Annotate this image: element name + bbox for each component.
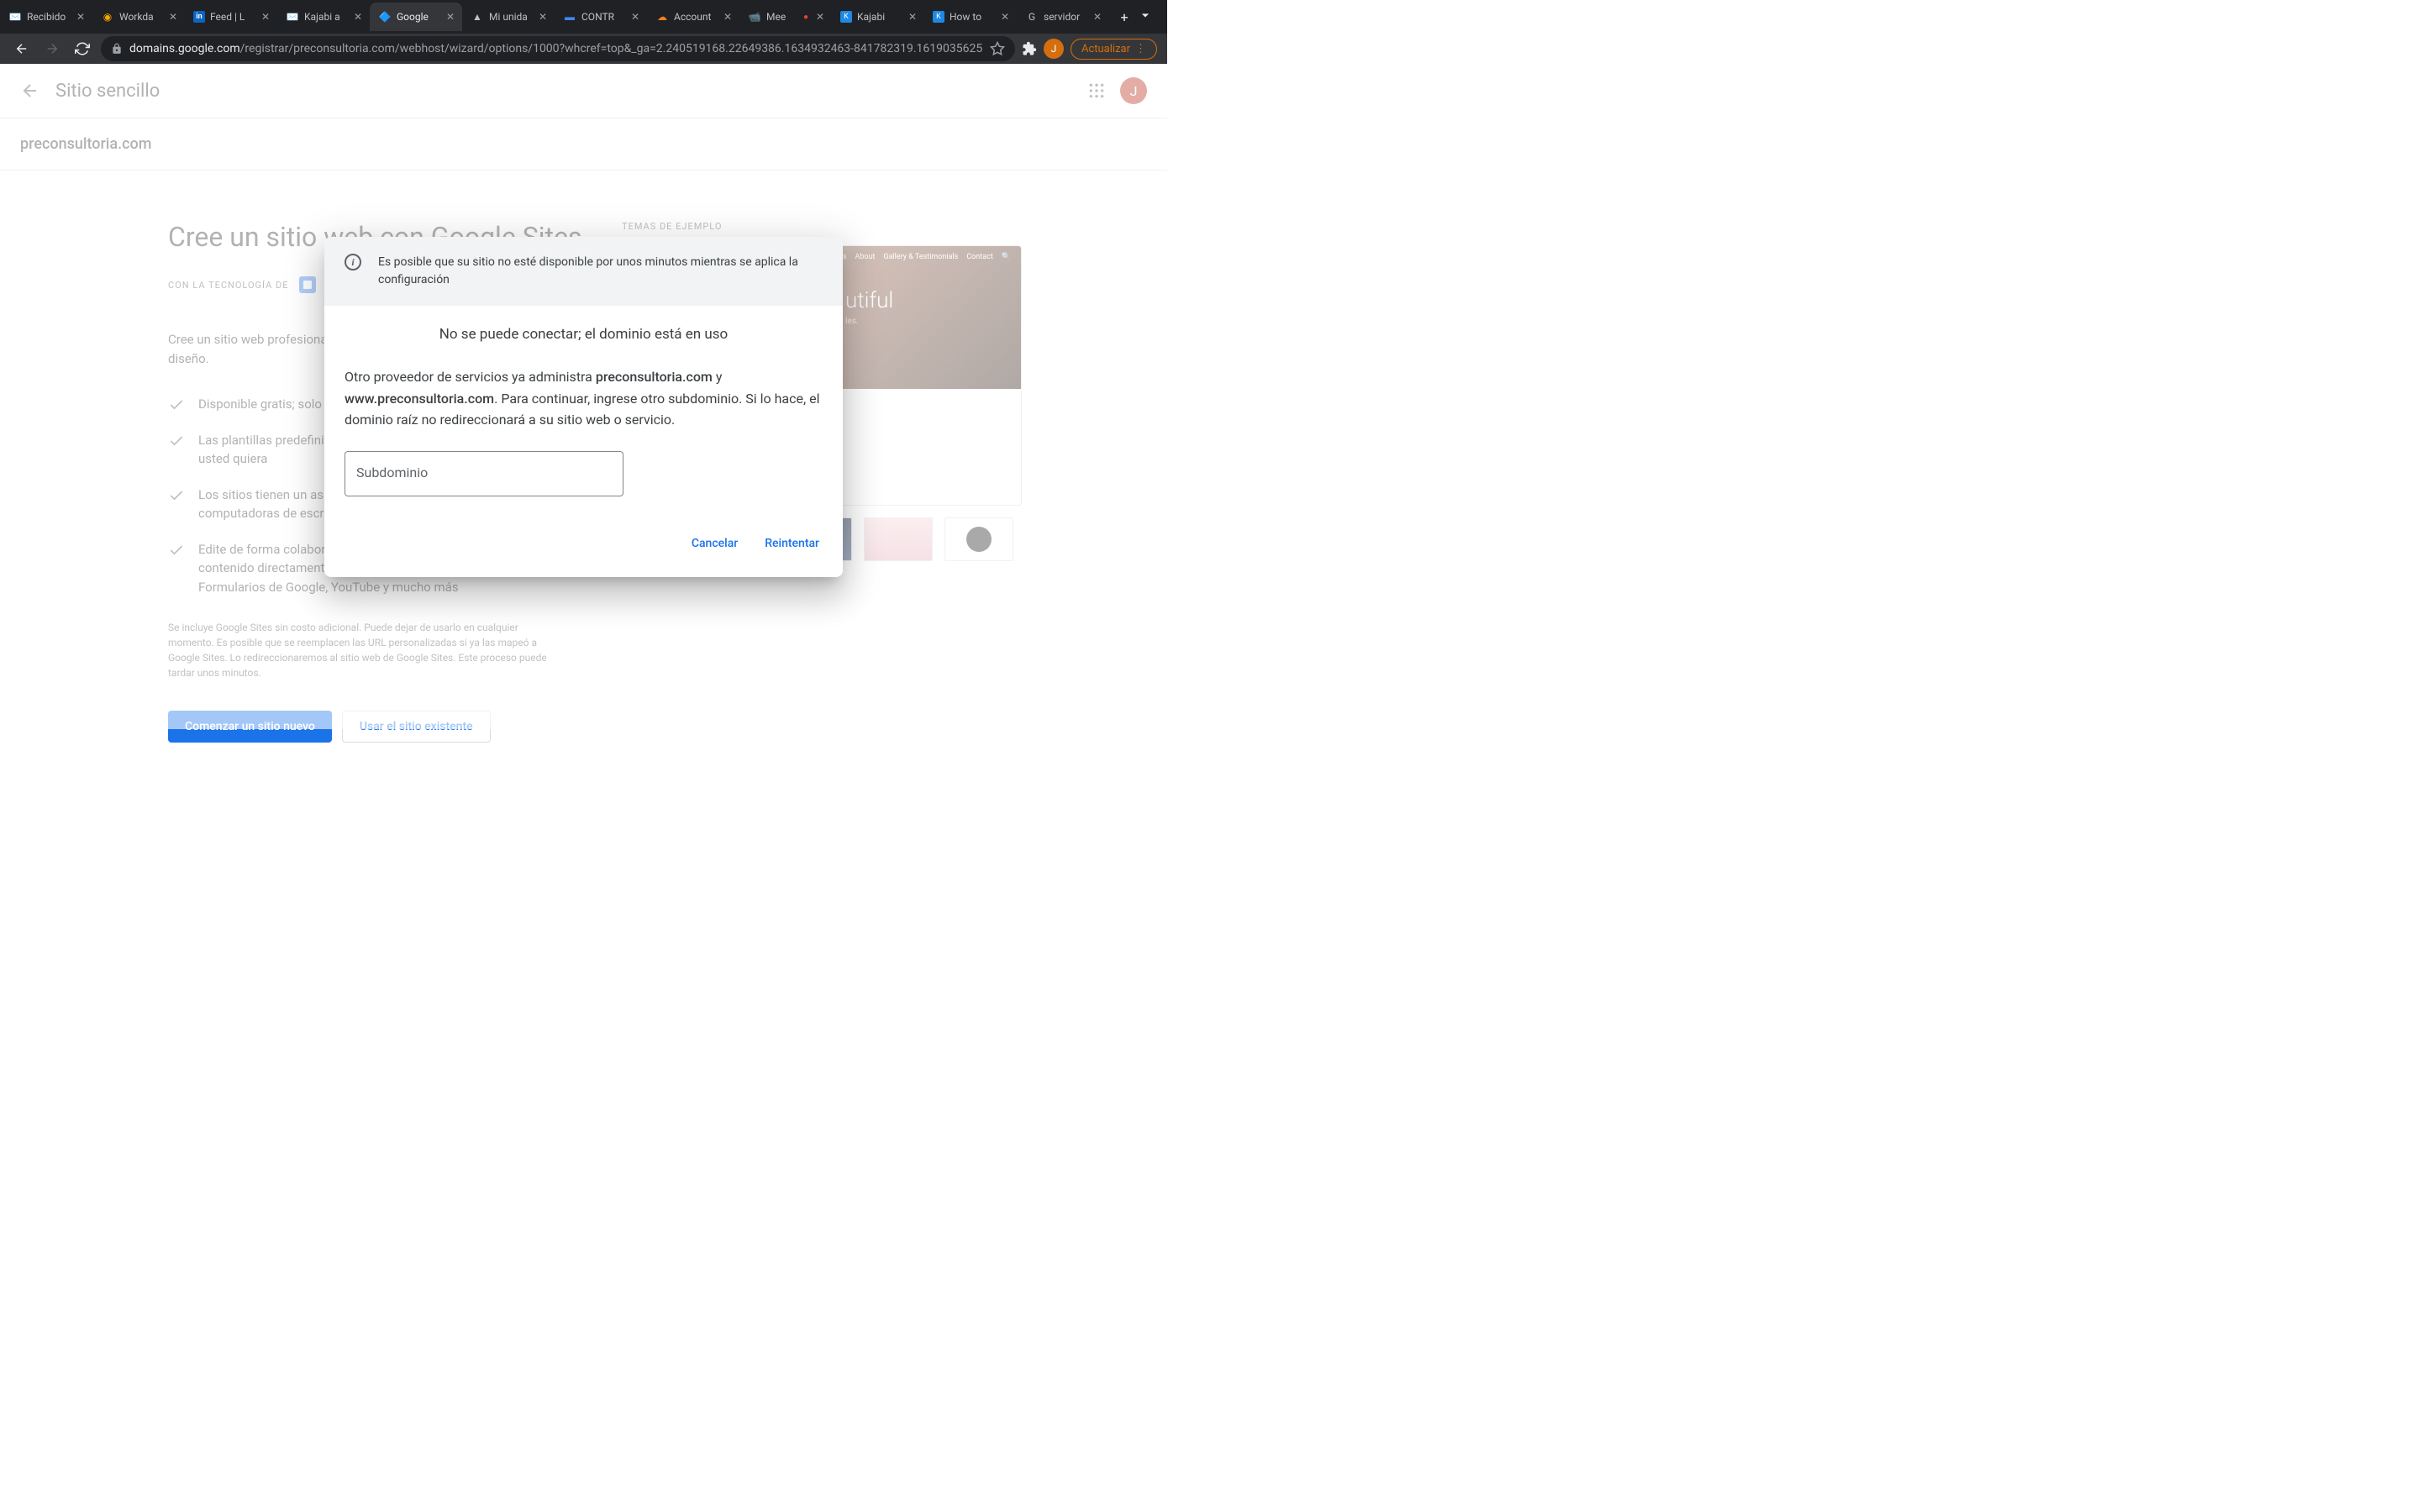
close-icon[interactable]: ✕ <box>629 10 642 24</box>
tab-1[interactable]: ✉️ Recibido ✕ <box>0 3 92 31</box>
close-icon[interactable]: ✕ <box>998 10 1012 24</box>
cancel-button[interactable]: Cancelar <box>688 530 741 557</box>
cloudflare-icon: ☁ <box>655 10 669 24</box>
address-bar[interactable]: domains.google.com/registrar/preconsulto… <box>101 36 1015 61</box>
docs-icon: ▬ <box>563 10 576 24</box>
url-text: domains.google.com/registrar/preconsulto… <box>129 42 982 55</box>
close-icon[interactable]: ✕ <box>906 10 919 24</box>
close-icon[interactable]: ✕ <box>351 10 365 24</box>
browser-chrome: ✉️ Recibido ✕ ◉ Workda ✕ in Feed | L ✕ ✉️ Kajab… <box>0 0 1167 64</box>
tab-2[interactable]: ◉ Workda ✕ <box>92 3 185 31</box>
tab-9[interactable]: 📹 Mee ● ✕ <box>739 3 832 31</box>
tab-end <box>1137 7 1160 27</box>
close-icon[interactable]: ✕ <box>721 10 734 24</box>
profile-avatar[interactable]: J <box>1044 39 1064 59</box>
subdomain-input[interactable] <box>345 451 623 496</box>
modal-actions: Cancelar Reintentar <box>345 530 823 557</box>
tab-title: Mi unida <box>489 11 531 23</box>
tab-5-active[interactable]: 🔷 Google ✕ <box>370 3 462 31</box>
tab-title: Google <box>397 11 439 23</box>
close-icon[interactable]: ✕ <box>813 10 827 24</box>
modal-title: No se puede conectar; el dominio está en… <box>345 326 823 343</box>
retry-button[interactable]: Reintentar <box>761 530 823 557</box>
google-domains-icon: 🔷 <box>378 10 392 24</box>
modal-dialog: i Es posible que su sitio no esté dispon… <box>324 237 843 577</box>
tab-3[interactable]: in Feed | L ✕ <box>185 3 277 31</box>
lock-icon <box>111 43 123 55</box>
tab-8[interactable]: ☁ Account ✕ <box>647 3 739 31</box>
page-content: Sitio sencillo J preconsultoria.com Cree… <box>0 64 1167 729</box>
google-icon: G <box>1025 10 1039 24</box>
close-icon[interactable]: ✕ <box>444 10 457 24</box>
tab-12[interactable]: Gservidor ✕ <box>1017 3 1109 31</box>
meet-icon: 📹 <box>748 10 761 24</box>
back-button[interactable] <box>10 37 34 60</box>
chevron-down-icon[interactable] <box>1137 7 1154 24</box>
update-button[interactable]: Actualizar⋮ <box>1071 39 1157 60</box>
tab-title: How to <box>950 11 993 23</box>
info-icon: i <box>345 254 361 270</box>
linkedin-icon: in <box>193 11 205 23</box>
tab-title: Account <box>674 11 716 23</box>
modal-info-text: Es posible que su sitio no esté disponib… <box>378 254 823 289</box>
forward-button[interactable] <box>40 37 64 60</box>
tab-title: Mee <box>766 11 798 23</box>
modal-overlay: i Es posible que su sitio no esté dispon… <box>0 64 1167 729</box>
tab-title: servidor <box>1044 11 1086 23</box>
drive-icon: ▲ <box>471 10 484 24</box>
modal-info-banner: i Es posible que su sitio no esté dispon… <box>324 237 843 306</box>
star-icon[interactable] <box>990 41 1005 56</box>
close-icon[interactable]: ✕ <box>259 10 272 24</box>
tab-title: Kajabi <box>857 11 901 23</box>
workday-icon: ◉ <box>101 10 114 24</box>
modal-description: Otro proveedor de servicios ya administr… <box>345 366 823 431</box>
tab-title: Recibido <box>27 11 69 23</box>
tab-title: Kajabi a <box>304 11 346 23</box>
tab-bar: ✉️ Recibido ✕ ◉ Workda ✕ in Feed | L ✕ ✉️ Kajab… <box>0 0 1167 34</box>
gmail-icon: ✉️ <box>286 10 299 24</box>
tab-6[interactable]: ▲ Mi unida ✕ <box>462 3 555 31</box>
close-icon[interactable]: ✕ <box>166 10 180 24</box>
tab-title: CONTR <box>581 11 623 23</box>
subdomain-input-wrapper: Subdominio <box>345 451 623 496</box>
tab-10[interactable]: K Kajabi ✕ <box>832 3 924 31</box>
close-icon[interactable]: ✕ <box>1091 10 1104 24</box>
close-icon[interactable]: ✕ <box>536 10 550 24</box>
tab-title: Feed | L <box>210 11 254 23</box>
new-tab-button[interactable]: + <box>1113 5 1136 29</box>
tab-title: Workda <box>119 11 161 23</box>
modal-body: No se puede conectar; el dominio está en… <box>324 306 843 577</box>
toolbar: domains.google.com/registrar/preconsulto… <box>0 34 1167 64</box>
close-icon[interactable]: ✕ <box>74 10 87 24</box>
tab-7[interactable]: ▬ CONTR ✕ <box>555 3 647 31</box>
kajabi-icon: K <box>933 11 944 23</box>
tab-4[interactable]: ✉️ Kajabi a ✕ <box>277 3 370 31</box>
tab-11[interactable]: K How to ✕ <box>924 3 1017 31</box>
record-icon: ● <box>803 13 808 22</box>
reload-button[interactable] <box>71 37 94 60</box>
extensions-icon[interactable] <box>1022 41 1037 56</box>
kajabi-icon: K <box>840 11 852 23</box>
gmail-icon: ✉️ <box>8 10 22 24</box>
